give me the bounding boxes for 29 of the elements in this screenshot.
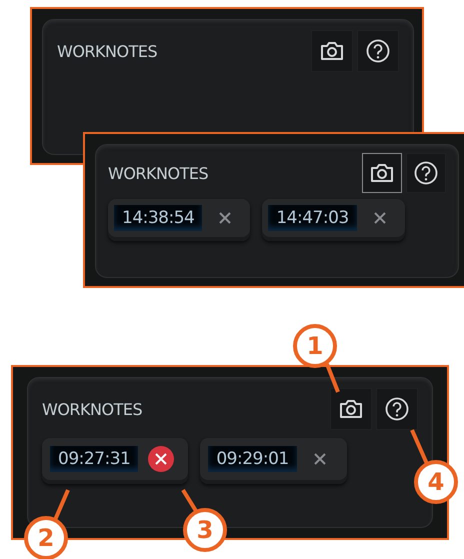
worknote-time[interactable]: 14:47:03 (268, 205, 357, 231)
camera-icon (320, 41, 344, 61)
panel-title: WORKNOTES (42, 400, 142, 418)
close-icon (314, 453, 326, 465)
worknote-time[interactable]: 09:27:31 (50, 446, 138, 472)
close-icon (374, 212, 386, 224)
close-icon (219, 212, 232, 224)
camera-icon (370, 163, 394, 183)
help-button[interactable] (376, 388, 418, 430)
panel-title: WORKNOTES (108, 164, 208, 182)
leader-line (181, 488, 198, 512)
close-icon (155, 453, 168, 465)
leader-line (410, 429, 429, 465)
worknote-time[interactable]: 09:29:01 (208, 446, 297, 472)
camera-icon (339, 399, 363, 419)
help-icon (385, 397, 409, 421)
panel-title: WORKNOTES (57, 42, 158, 60)
callout-number: 2 (24, 516, 68, 559)
leader-line (53, 489, 70, 521)
help-button[interactable] (406, 153, 446, 193)
help-icon (366, 39, 390, 63)
camera-button[interactable] (330, 388, 372, 430)
help-icon (414, 161, 438, 185)
callout-number: 1 (293, 324, 337, 368)
help-button[interactable] (357, 30, 399, 72)
camera-button[interactable] (362, 153, 402, 193)
camera-button[interactable] (311, 30, 353, 72)
worknote-time[interactable]: 14:38:54 (114, 205, 202, 231)
close-button[interactable] (148, 446, 174, 472)
